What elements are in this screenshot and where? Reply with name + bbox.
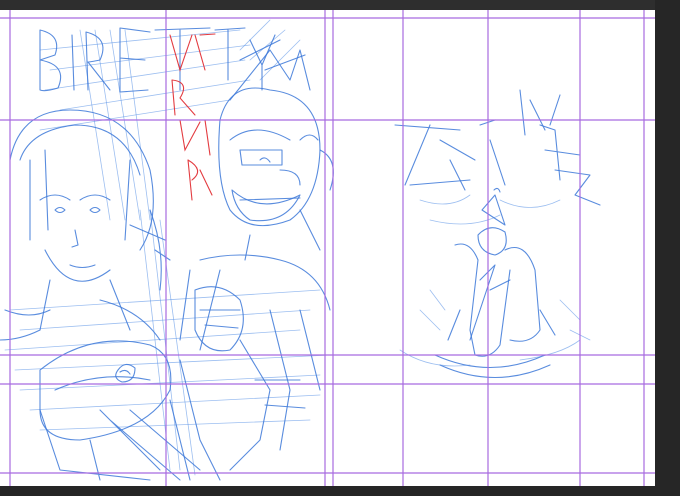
scrollbar-horizontal[interactable] [0, 486, 680, 496]
panel-guides [0, 10, 655, 486]
sketch-artwork [0, 10, 655, 486]
drawing-canvas[interactable] [0, 10, 655, 486]
red-lettering [169, 33, 216, 201]
small-character [399, 187, 591, 378]
device-sketch [39, 340, 201, 481]
scrollbar-vertical[interactable] [655, 0, 680, 496]
